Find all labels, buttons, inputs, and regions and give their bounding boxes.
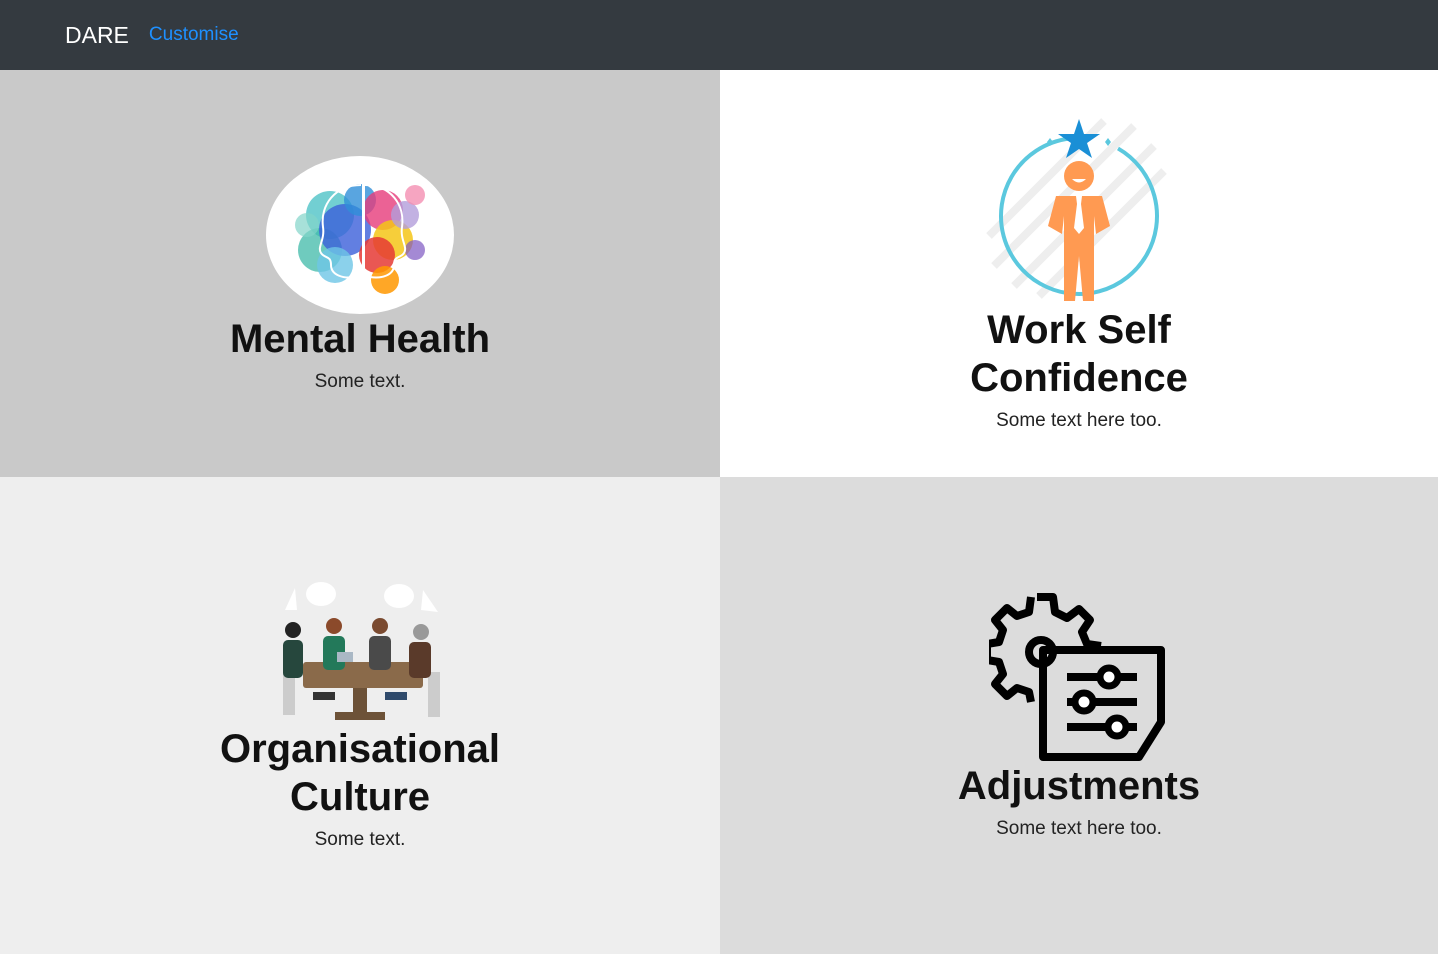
card-mental-health[interactable]: Mental Health Some text. bbox=[0, 70, 720, 477]
card-text: Some text. bbox=[314, 370, 406, 392]
card-adjustments[interactable]: Adjustments Some text here too. bbox=[720, 477, 1438, 954]
card-title: Adjustments bbox=[957, 763, 1201, 808]
card-title: Work Self Confidence bbox=[970, 307, 1188, 400]
card-title: Organisational Culture bbox=[219, 727, 501, 819]
card-text: Some text here too. bbox=[996, 409, 1162, 431]
card-work-self-confidence[interactable]: Work Self Confidence Some text here too. bbox=[720, 70, 1438, 477]
team-meeting-icon bbox=[282, 582, 440, 720]
nav-link-customise[interactable]: Customise bbox=[149, 24, 239, 46]
gear-settings-icon bbox=[989, 592, 1165, 761]
colorful-head-icon bbox=[266, 155, 454, 314]
card-grid: Mental Health Some text. Work Self Confi… bbox=[0, 70, 1438, 954]
navbar: DARE Customise bbox=[0, 0, 1438, 70]
card-text: Some text here too. bbox=[996, 817, 1162, 839]
card-organisational-culture[interactable]: Organisational Culture Some text. bbox=[0, 477, 720, 954]
confident-person-star-icon bbox=[986, 117, 1167, 301]
brand-link[interactable]: DARE bbox=[65, 22, 129, 49]
card-text: Some text. bbox=[314, 829, 406, 850]
card-title: Mental Health bbox=[229, 316, 491, 361]
